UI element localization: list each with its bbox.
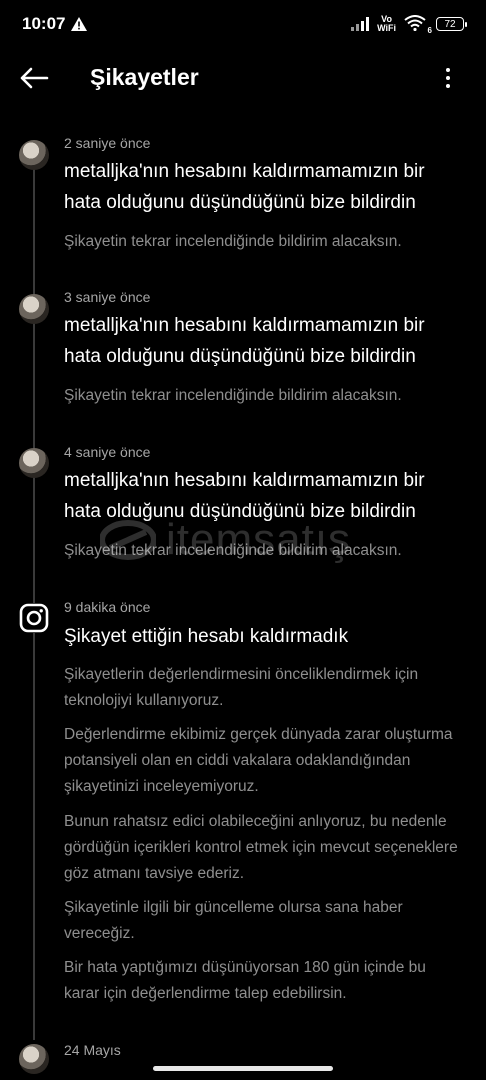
- item-paragraph: Bir hata yaptığımızı düşünüyorsan 180 gü…: [64, 959, 426, 1002]
- item-subtext: Şikayetin tekrar incelendiğinde bildirim…: [64, 387, 402, 404]
- battery-icon: 72: [436, 17, 467, 31]
- battery-level: 72: [444, 18, 456, 30]
- watermark-text: itemsatış: [166, 515, 352, 564]
- avatar: [19, 448, 49, 478]
- watermark-logo-icon: [100, 520, 156, 560]
- page-title: Şikayetler: [90, 64, 199, 90]
- item-time: 4 saniye önce: [64, 444, 151, 460]
- signal-icon: [351, 17, 370, 31]
- item-headline: metalljka'nın hesabını kaldırmamamızın b…: [64, 161, 425, 213]
- item-time: 9 dakika önce: [64, 599, 151, 615]
- more-vertical-icon: [446, 68, 450, 72]
- vowifi-indicator: Vo WiFi: [377, 15, 396, 33]
- item-paragraph: Değerlendirme ekibimiz gerçek dünyada za…: [64, 726, 453, 795]
- wifi-badge: 6: [427, 26, 432, 35]
- status-bar: 10:07 Vo WiFi 6 72: [0, 0, 486, 48]
- timeline-line: [33, 160, 35, 1040]
- vowifi-bottom: WiFi: [377, 23, 396, 33]
- avatar: [19, 1044, 49, 1074]
- instagram-icon: [19, 603, 49, 633]
- status-time: 10:07: [22, 14, 66, 33]
- warning-triangle-icon: [71, 17, 88, 31]
- item-paragraph: Şikayetinle ilgili bir güncelleme olursa…: [64, 899, 403, 942]
- item-paragraph: Şikayetlerin değerlendirmesini öncelikle…: [64, 666, 419, 709]
- status-left: 10:07: [22, 14, 88, 34]
- wifi-icon: 6: [404, 15, 432, 35]
- item-headline: metalljka'nın hesabını kaldırmamamızın b…: [64, 315, 425, 367]
- item-headline: Şikayet ettiğin hesabı kaldırmadık: [64, 626, 349, 647]
- watermark: itemsatış: [100, 512, 400, 568]
- back-button[interactable]: [18, 62, 50, 94]
- app-bar: Şikayetler: [0, 50, 486, 106]
- home-indicator[interactable]: [153, 1066, 333, 1071]
- item-paragraph: Bunun rahatsız edici olabileceğini anlıy…: [64, 813, 458, 882]
- status-right: Vo WiFi 6 72: [351, 15, 467, 35]
- item-time: 24 Mayıs: [64, 1042, 121, 1058]
- avatar: [19, 140, 49, 170]
- item-time: 2 saniye önce: [64, 135, 151, 151]
- item-subtext: Şikayetin tekrar incelendiğinde bildirim…: [64, 233, 402, 250]
- avatar: [19, 294, 49, 324]
- arrow-left-icon: [20, 67, 49, 89]
- more-options-button[interactable]: [438, 62, 458, 94]
- item-time: 3 saniye önce: [64, 289, 151, 305]
